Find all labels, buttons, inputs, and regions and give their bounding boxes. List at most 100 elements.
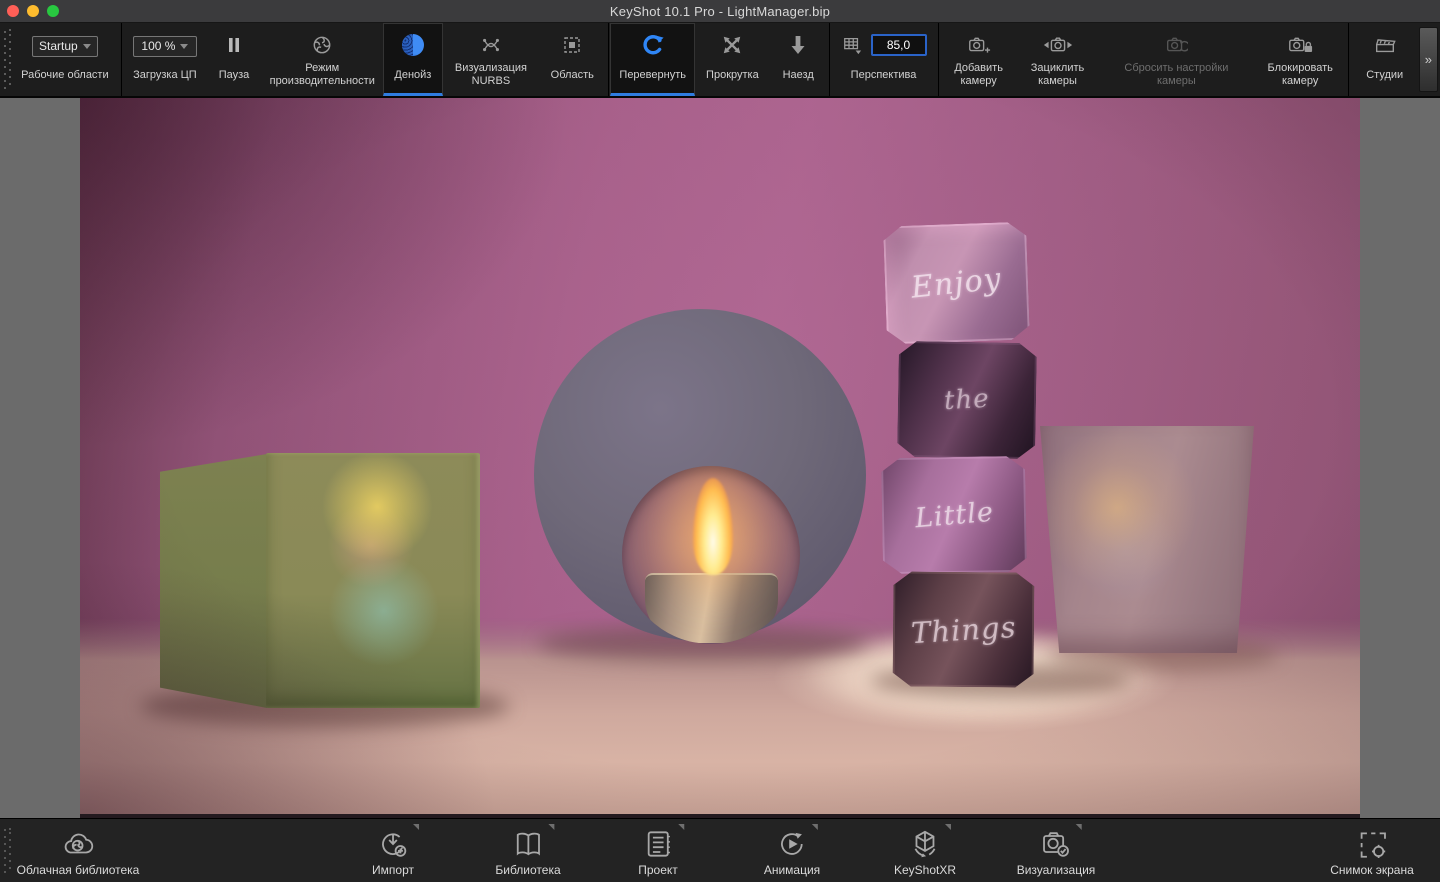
denoise-button[interactable]: Денойз (383, 23, 443, 96)
performance-mode-label: Режим производительности (270, 59, 375, 91)
dock-item-cloud-library[interactable]: Облачная библиотека (17, 824, 140, 877)
add-camera-label: Добавить камеру (948, 59, 1008, 91)
perspective-grid-icon (841, 35, 863, 55)
cpu-load-value: 100 % (141, 39, 175, 53)
cpu-load-dropdown[interactable]: 100 % (133, 36, 197, 57)
minimize-window-button[interactable] (27, 5, 39, 17)
window-title: KeyShot 10.1 Pro - LightManager.bip (610, 4, 830, 19)
cycle-cameras-label: Зациклить камеры (1025, 59, 1090, 91)
chevron-down-icon (83, 44, 91, 49)
toolbar-drag-handle[interactable] (3, 29, 11, 90)
perspective-label: Перспектива (851, 59, 917, 91)
dock-label: Облачная библиотека (17, 863, 140, 877)
project-icon (641, 824, 675, 861)
reset-camera-icon (1164, 31, 1188, 59)
animation-icon (775, 824, 809, 861)
keyshotxr-icon (908, 824, 942, 861)
workspace-selector[interactable]: Startup Рабочие области (11, 23, 118, 96)
pan-arrows-icon (721, 31, 743, 59)
toolbar-separator (1348, 23, 1349, 96)
dock-label: Визуализация (1017, 863, 1096, 877)
dolly-button[interactable]: Наезд (770, 23, 827, 96)
screenshot-icon (1355, 824, 1389, 861)
cycle-cameras-button[interactable]: Зациклить камеры (1017, 23, 1098, 96)
overflow-chevrons: » (1425, 52, 1432, 67)
dolly-label: Наезд (783, 59, 814, 91)
pause-label: Пауза (219, 59, 250, 91)
dock-item-project[interactable]: Проект (638, 824, 678, 877)
tumble-button[interactable]: Перевернуть (610, 23, 695, 96)
lock-camera-icon (1287, 31, 1313, 59)
dock-item-screenshot[interactable]: Снимок экрана (1330, 824, 1414, 877)
cpu-load-selector[interactable]: 100 % Загрузка ЦП (123, 23, 206, 96)
dock-item-animation[interactable]: Анимация (764, 824, 820, 877)
dock-label: KeyShotXR (894, 863, 956, 877)
dock-item-keyshotxr[interactable]: KeyShotXR (894, 824, 956, 877)
pause-icon (224, 31, 244, 59)
reset-camera-button: Сбросить настройки камеры (1098, 23, 1254, 96)
tearoff-arrow-icon (812, 824, 818, 830)
cpu-load-label: Загрузка ЦП (133, 59, 197, 91)
workspace-label: Рабочие области (21, 59, 108, 91)
tumble-label: Перевернуть (619, 59, 686, 91)
pan-button[interactable]: Прокрутка (695, 23, 770, 96)
workspace-dropdown[interactable]: Startup (32, 36, 98, 57)
viewport-area: Enjoy the Little Things (0, 98, 1440, 818)
studios-label: Студии (1366, 59, 1403, 91)
performance-mode-button[interactable]: Режим производительности (262, 23, 383, 96)
studios-clapper-icon (1373, 31, 1397, 59)
pause-button[interactable]: Пауза (206, 23, 261, 96)
nurbs-curves-icon (480, 31, 502, 59)
workspace-value: Startup (39, 39, 78, 53)
denoise-label: Денойз (394, 59, 431, 91)
add-camera-button[interactable]: Добавить камеру (940, 23, 1016, 96)
tearoff-arrow-icon (1076, 824, 1082, 830)
zoom-window-button[interactable] (47, 5, 59, 17)
titlebar: KeyShot 10.1 Pro - LightManager.bip (0, 0, 1440, 23)
dock-label: Проект (638, 863, 678, 877)
nurbs-label: Визуализация NURBS (451, 59, 531, 91)
toolbar-separator (938, 23, 939, 96)
toolbar-overflow-button[interactable]: » (1419, 27, 1438, 92)
studios-button[interactable]: Студии (1351, 23, 1419, 96)
performance-mode-icon (311, 31, 333, 59)
library-book-icon (511, 824, 545, 861)
region-label: Область (551, 59, 594, 91)
dock-item-import[interactable]: Импорт (372, 824, 414, 877)
main-toolbar: Startup Рабочие области 100 % Загрузка Ц… (0, 23, 1440, 98)
region-icon (562, 31, 582, 59)
perspective-field[interactable] (871, 34, 927, 56)
dock-item-library[interactable]: Библиотека (495, 824, 560, 877)
tearoff-arrow-icon (413, 824, 419, 830)
pan-label: Прокрутка (706, 59, 759, 91)
dock-label: Снимок экрана (1330, 863, 1414, 877)
dock-drag-handle[interactable] (4, 827, 13, 873)
toolbar-separator (121, 23, 122, 96)
reset-camera-label: Сбросить настройки камеры (1106, 59, 1246, 91)
lock-camera-label: Блокировать камеру (1263, 59, 1338, 91)
dock-item-render[interactable]: Визуализация (1017, 824, 1096, 877)
rotate-camera-icon (641, 31, 665, 59)
dock-label: Импорт (372, 863, 414, 877)
realtime-render-viewport[interactable]: Enjoy the Little Things (80, 98, 1360, 818)
chevron-down-icon (180, 44, 188, 49)
close-window-button[interactable] (7, 5, 19, 17)
lock-camera-button[interactable]: Блокировать камеру (1255, 23, 1346, 96)
tearoff-arrow-icon (945, 824, 951, 830)
nurbs-button[interactable]: Визуализация NURBS (443, 23, 539, 96)
vignette (80, 98, 1360, 818)
region-button[interactable]: Область (539, 23, 606, 96)
dock-label: Библиотека (495, 863, 560, 877)
perspective-control: Перспектива (831, 23, 935, 96)
toolbar-separator (829, 23, 830, 96)
add-camera-icon (967, 31, 991, 59)
cloud-library-icon (60, 824, 96, 861)
bottom-toolbar: Облачная библиотека Импорт Библиотека (0, 818, 1440, 882)
tearoff-arrow-icon (548, 824, 554, 830)
cycle-cameras-icon (1042, 31, 1074, 59)
traffic-lights (7, 5, 59, 17)
toolbar-separator (608, 23, 609, 96)
import-icon (376, 824, 410, 861)
tearoff-arrow-icon (678, 824, 684, 830)
render-camera-icon (1039, 824, 1073, 861)
